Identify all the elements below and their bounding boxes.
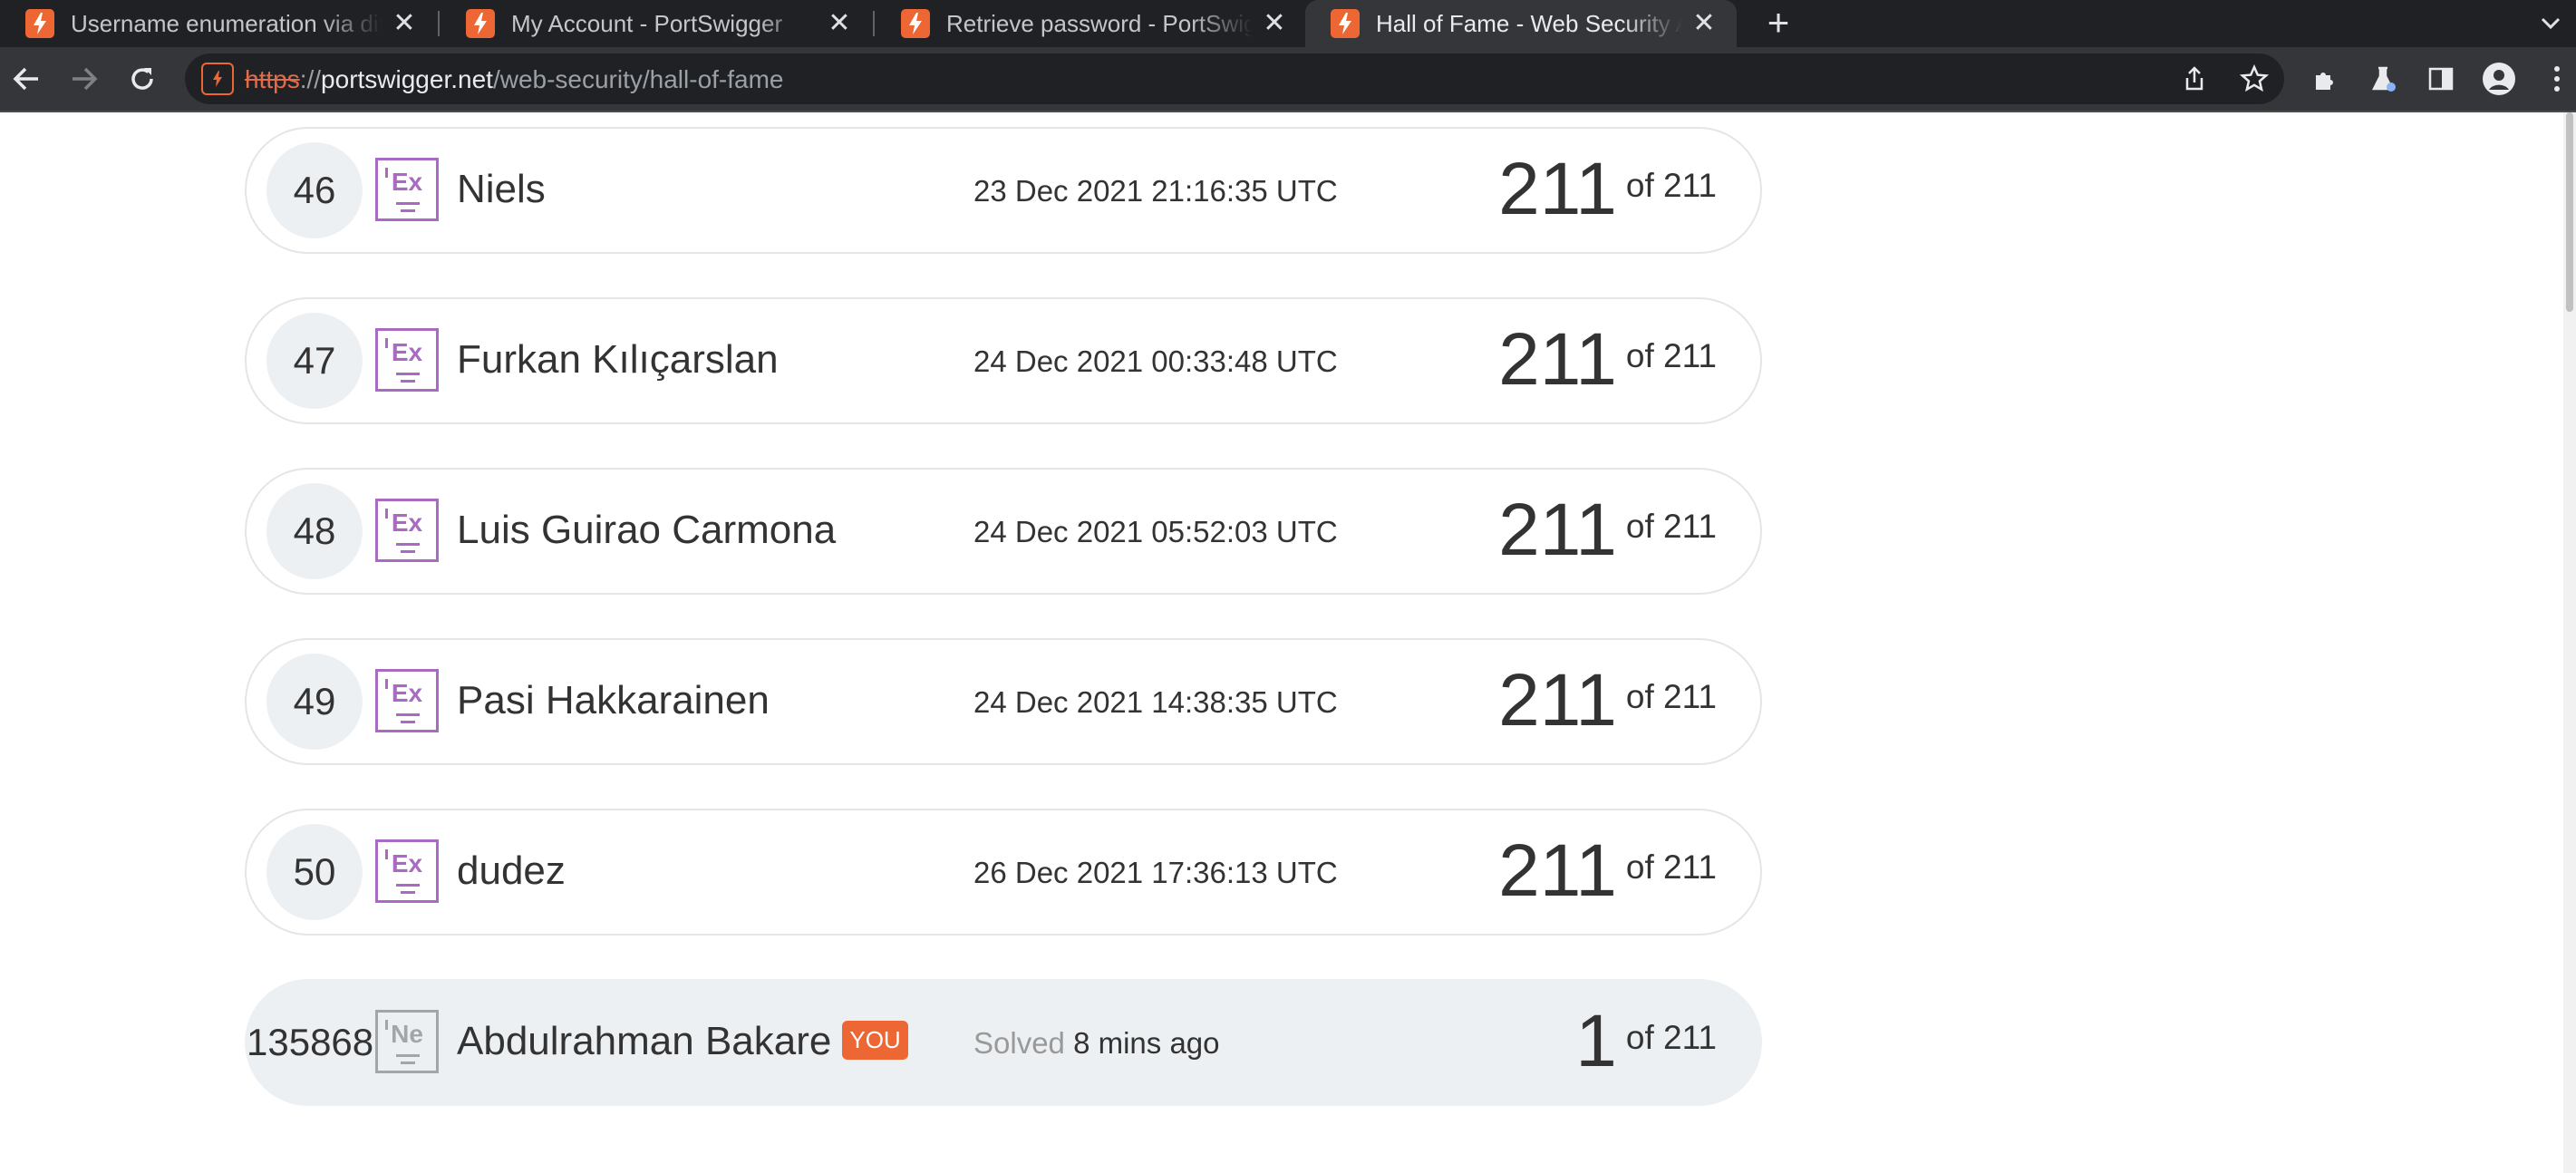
reload-icon[interactable] — [123, 60, 161, 98]
labs-solved-count: 211 — [1498, 659, 1617, 742]
completion-date: 23 Dec 2021 21:16:35 UTC — [973, 174, 1338, 208]
score: 211 of 211 — [1498, 149, 1717, 230]
tab-username-enumeration[interactable]: Username enumeration via different respo… — [0, 0, 437, 47]
site-info-icon[interactable] — [201, 63, 234, 95]
completion-date: Solved 8 mins ago — [973, 1026, 1220, 1061]
portswigger-favicon-icon — [25, 9, 54, 38]
tab-retrieve-password[interactable]: Retrieve password - PortSwigger ✕ — [876, 0, 1307, 47]
score: 1 of 211 — [1575, 1001, 1717, 1082]
tab-separator — [438, 11, 440, 36]
chevron-down-icon[interactable] — [2534, 7, 2567, 40]
labs-solved-count: 211 — [1498, 829, 1617, 912]
tab-strip: Username enumeration via different respo… — [0, 0, 2576, 47]
novice-level-badge-icon: Ne — [375, 1010, 439, 1073]
extensions-puzzle-icon[interactable] — [2307, 60, 2345, 98]
you-badge: YOU — [842, 1020, 908, 1060]
labs-flask-icon[interactable] — [2364, 60, 2402, 98]
portswigger-favicon-icon — [1331, 9, 1360, 38]
close-icon[interactable]: ✕ — [1258, 7, 1291, 40]
labs-solved-count: 211 — [1498, 318, 1617, 401]
labs-total: of 211 — [1625, 678, 1717, 715]
leaderboard-row: 50 Ex dudez 26 Dec 2021 17:36:13 UTC 211… — [245, 809, 1762, 935]
score: 211 of 211 — [1498, 490, 1717, 571]
page-scrollbar[interactable] — [2563, 112, 2576, 1173]
completion-date: 24 Dec 2021 14:38:35 UTC — [973, 685, 1338, 719]
leaderboard-row: 46 Ex Niels 23 Dec 2021 21:16:35 UTC 211… — [245, 127, 1762, 254]
scrollbar-thumb[interactable] — [2566, 112, 2573, 312]
leaderboard-row: 47 Ex Furkan Kılıçarslan 24 Dec 2021 00:… — [245, 297, 1762, 424]
solved-time: 8 mins ago — [1073, 1026, 1220, 1060]
portswigger-favicon-icon — [901, 9, 930, 38]
user-name: Pasi Hakkarainen — [457, 678, 770, 722]
rank-number: 47 — [266, 313, 363, 409]
score: 211 of 211 — [1498, 830, 1717, 912]
bookmark-star-icon[interactable] — [2235, 60, 2273, 98]
labs-solved-count: 1 — [1575, 1000, 1617, 1082]
more-menu-icon[interactable] — [2538, 60, 2576, 98]
profile-avatar-icon[interactable] — [2480, 60, 2518, 98]
score: 211 of 211 — [1498, 319, 1717, 401]
user-name: Luis Guirao Carmona — [457, 508, 837, 552]
close-icon[interactable]: ✕ — [823, 7, 856, 40]
tab-title: My Account - PortSwigger — [511, 9, 783, 37]
completion-date: 26 Dec 2021 17:36:13 UTC — [973, 856, 1338, 889]
portswigger-favicon-icon — [466, 9, 495, 38]
user-name: Niels — [457, 167, 546, 211]
labs-total: of 211 — [1625, 508, 1717, 545]
tab-separator — [873, 11, 875, 36]
tab-my-account[interactable]: My Account - PortSwigger ✕ — [441, 0, 872, 47]
user-name: Furkan Kılıçarslan — [457, 337, 779, 382]
rank-number: 50 — [266, 824, 363, 920]
user-name: Abdulrahman Bakare YOU — [457, 1019, 908, 1064]
back-arrow-icon[interactable] — [7, 60, 45, 98]
score: 211 of 211 — [1498, 660, 1717, 742]
rank-number: 135868 — [247, 1021, 374, 1063]
share-icon[interactable] — [2175, 60, 2213, 98]
tab-title: Hall of Fame - Web Security Academy — [1376, 9, 1682, 37]
url-separator: :// — [299, 65, 322, 93]
url-path: /web-security/hall-of-fame — [492, 65, 784, 93]
close-icon[interactable]: ✕ — [1688, 7, 1720, 40]
user-name: dudez — [457, 848, 566, 893]
completion-date: 24 Dec 2021 05:52:03 UTC — [973, 515, 1338, 548]
labs-total: of 211 — [1625, 167, 1717, 204]
expert-level-badge-icon: Ex — [375, 499, 439, 562]
completion-date: 24 Dec 2021 00:33:48 UTC — [973, 344, 1338, 378]
leaderboard-row: 48 Ex Luis Guirao Carmona 24 Dec 2021 05… — [245, 468, 1762, 595]
tab-title: Username enumeration via different respo… — [71, 9, 383, 37]
url-text[interactable]: https://portswigger.net/web-security/hal… — [245, 65, 784, 94]
forward-arrow-icon[interactable] — [65, 60, 103, 98]
leaderboard-row: 49 Ex Pasi Hakkarainen 24 Dec 2021 14:38… — [245, 638, 1762, 765]
url-scheme: https — [245, 65, 300, 93]
solved-label: Solved — [973, 1026, 1065, 1060]
current-user-row: 135868 Ne Abdulrahman Bakare YOU Solved 8… — [245, 979, 1762, 1106]
expert-level-badge-icon: Ex — [375, 839, 439, 903]
rank-number: 48 — [266, 483, 363, 579]
browser-toolbar: https://portswigger.net/web-security/hal… — [0, 47, 2576, 112]
tab-hall-of-fame[interactable]: Hall of Fame - Web Security Academy ✕ — [1305, 0, 1737, 47]
user-name-text: Abdulrahman Bakare — [457, 1019, 832, 1063]
close-icon[interactable]: ✕ — [388, 7, 421, 40]
expert-level-badge-icon: Ex — [375, 669, 439, 732]
tab-title: Retrieve password - PortSwigger — [946, 9, 1253, 37]
rank-number: 49 — [266, 654, 363, 750]
expert-level-badge-icon: Ex — [375, 158, 439, 221]
labs-total: of 211 — [1625, 337, 1717, 374]
labs-solved-count: 211 — [1498, 489, 1617, 571]
rank-number: 46 — [266, 142, 363, 238]
expert-level-badge-icon: Ex — [375, 328, 439, 392]
labs-solved-count: 211 — [1498, 148, 1617, 230]
url-host: portswigger.net — [321, 65, 493, 93]
labs-total: of 211 — [1625, 848, 1717, 886]
new-tab-plus-icon[interactable]: + — [1758, 4, 1798, 44]
address-bar[interactable]: https://portswigger.net/web-security/hal… — [185, 53, 2284, 104]
side-panel-icon[interactable] — [2422, 60, 2460, 98]
labs-total: of 211 — [1625, 1019, 1717, 1056]
